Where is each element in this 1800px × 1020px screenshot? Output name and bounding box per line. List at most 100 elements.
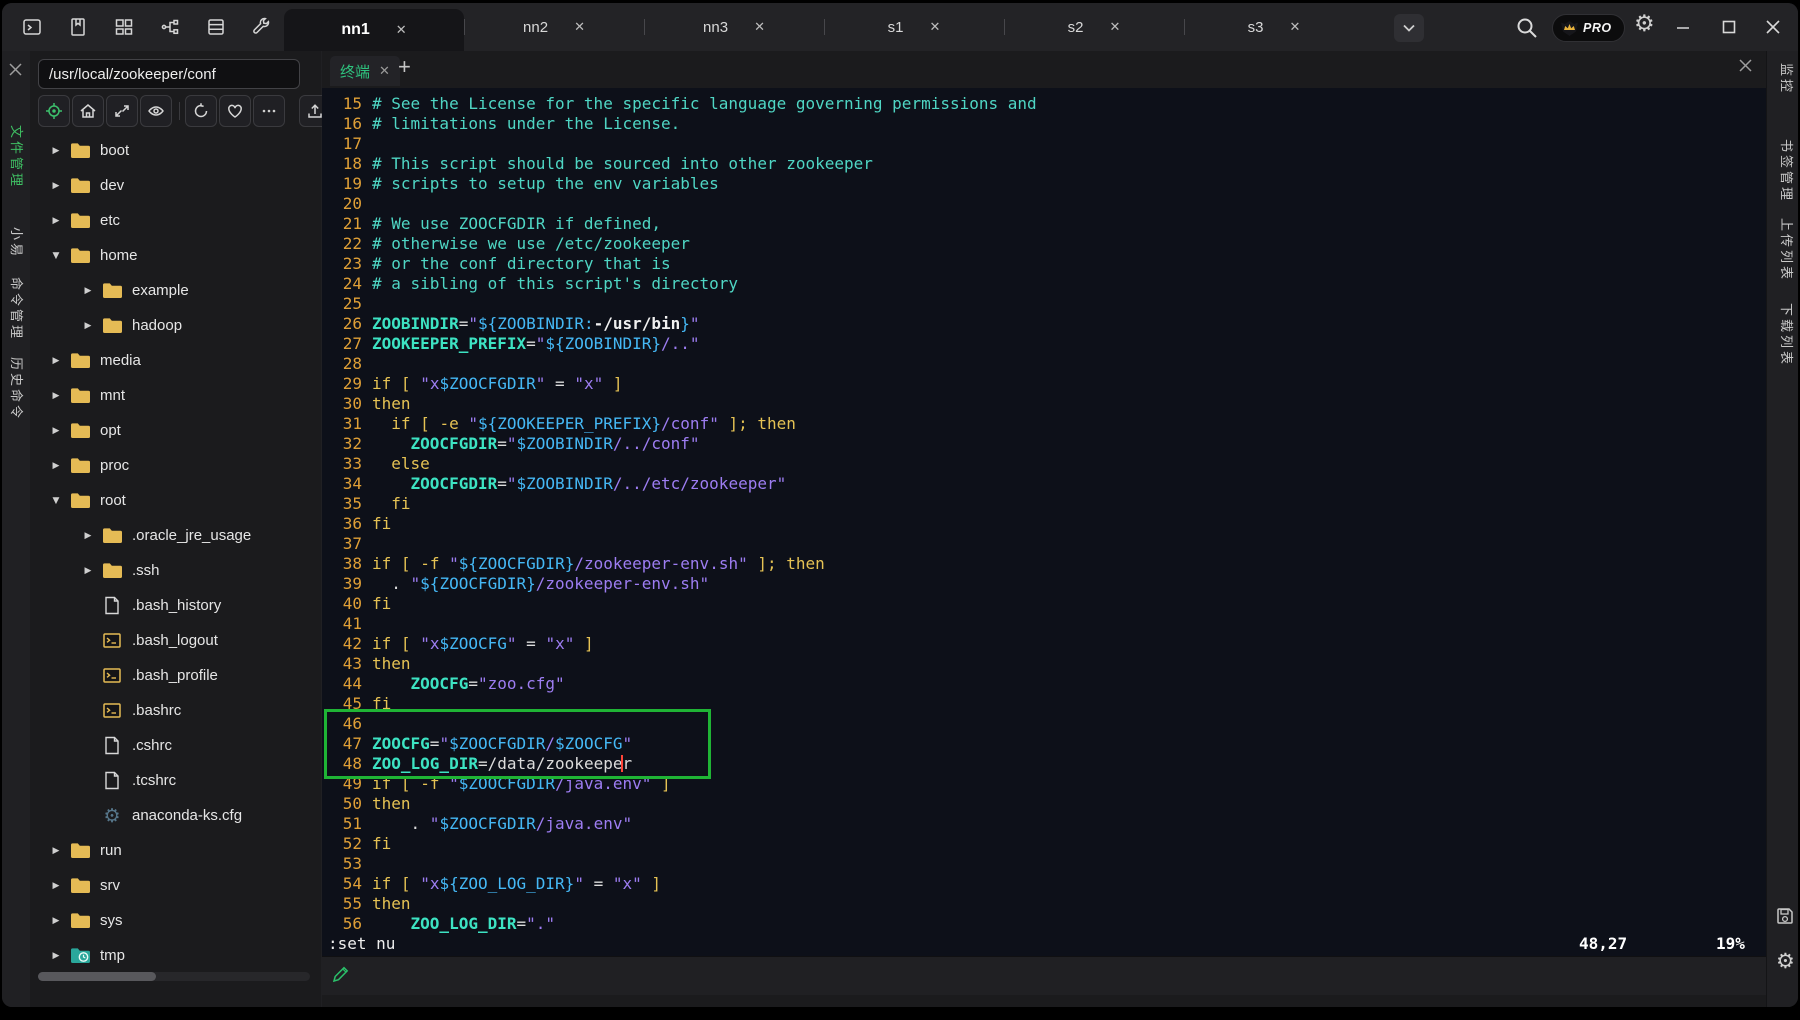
refresh-button[interactable] [185,95,217,127]
tree-item-home[interactable]: ▼home [30,238,321,273]
tree-item-dev[interactable]: ▶dev [30,168,321,203]
left-rail-item-3[interactable]: 命令管理 [8,277,27,341]
search-button[interactable] [1514,15,1540,41]
tree-item-mnt[interactable]: ▶ mnt [30,378,321,413]
tree-item-label: mnt [100,387,125,404]
tree-item-tmp[interactable]: ▶tmp [30,938,321,973]
path-input[interactable]: /usr/local/zookeeper/conf [38,59,300,89]
tree-item-.ssh[interactable]: ▶.ssh [30,553,321,588]
chevron-right-icon[interactable]: ▶ [48,881,64,891]
tree-item-etc[interactable]: ▶etc [30,203,321,238]
terminal-screen[interactable]: 15# See the License for the specific lan… [322,88,1766,956]
tree-item-hadoop[interactable]: ▶hadoop [30,308,321,343]
tree-item-.bashrc[interactable]: .bashrc [30,693,321,728]
tree-item-media[interactable]: ▶media [30,343,321,378]
tree-item-.cshrc[interactable]: .cshrc [30,728,321,763]
tree-item-run[interactable]: ▶run [30,833,321,868]
chevron-right-icon[interactable]: ▶ [48,181,64,191]
terminal-line-43: 43then [328,654,1766,674]
resize-arrows-button[interactable] [106,95,138,127]
chevron-right-icon[interactable]: ▶ [80,321,96,331]
chevron-right-icon[interactable]: ▶ [48,391,64,401]
tab-close-icon[interactable]: ✕ [1289,19,1300,35]
chevron-right-icon[interactable]: ▶ [80,531,96,541]
tree-item-root[interactable]: ▼root [30,483,321,518]
panel-close-icon[interactable] [9,63,22,76]
heart-button[interactable] [219,95,251,127]
terminal-line-48: 48ZOO_LOG_DIR=/data/zookeeper [328,754,1766,774]
tree-item-sys[interactable]: ▶sys [30,903,321,938]
session-tab-s2[interactable]: s2✕ [1004,3,1184,51]
new-terminal-tab-button[interactable]: + [398,54,411,80]
left-rail-item-4[interactable]: 历史命令 [8,357,27,421]
locate-button[interactable] [38,95,70,127]
left-rail-item-2[interactable]: 小易 [8,227,27,259]
chevron-right-icon[interactable]: ▶ [48,426,64,436]
tree-item-proc[interactable]: ▶proc [30,448,321,483]
rail-settings-gear-icon[interactable]: ⚙ [1776,949,1795,973]
tab-label: nn1 [341,21,369,39]
tree-item-example[interactable]: ▶example [30,273,321,308]
home-button[interactable] [72,95,104,127]
tree-item-.oracle_jre_usage[interactable]: ▶.oracle_jre_usage [30,518,321,553]
servers-button[interactable] [204,15,228,39]
chevron-right-icon[interactable]: ▶ [48,846,64,856]
minimize-button[interactable] [1670,15,1696,39]
tree-item-opt[interactable]: ▶opt [30,413,321,448]
tab-close-icon[interactable]: ✕ [396,22,407,38]
tools-button[interactable] [250,15,274,39]
chevron-down-icon[interactable]: ▼ [48,251,64,261]
tab-close-icon[interactable]: ✕ [574,19,585,35]
left-rail-item-1[interactable]: 文件管理 [8,125,27,189]
chevron-right-icon[interactable]: ▶ [48,916,64,926]
session-tab-nn3[interactable]: nn3✕ [644,3,824,51]
session-tab-nn2[interactable]: nn2✕ [464,3,644,51]
right-rail-item-4[interactable]: 下载列表 [1778,303,1797,367]
save-session-button[interactable] [1776,907,1794,925]
tree-item-boot[interactable]: ▶boot [30,133,321,168]
chevron-right-icon[interactable]: ▶ [48,461,64,471]
settings-gear-icon[interactable]: ⚙ [1634,11,1655,37]
chevron-right-icon[interactable]: ▶ [48,146,64,156]
tree-item-.tcshrc[interactable]: .tcshrc [30,763,321,798]
chevron-right-icon[interactable]: ▶ [80,286,96,296]
right-rail-item-3[interactable]: 上传列表 [1778,218,1797,282]
scrollbar-thumb[interactable] [38,972,156,981]
tree-item-.bash_profile[interactable]: .bash_profile [30,658,321,693]
tab-close-icon[interactable]: ✕ [1109,19,1120,35]
session-tab-s1[interactable]: s1✕ [824,3,1004,51]
terminal-tab[interactable]: 终端 ✕ [330,56,400,86]
chevron-right-icon[interactable]: ▶ [48,216,64,226]
window-close-button[interactable] [1760,15,1786,39]
tree-item-anaconda-ks.cfg[interactable]: ⚙anaconda-ks.cfg [30,798,321,833]
terminal-line-28: 28 [328,354,1766,374]
more-button[interactable] [253,95,285,127]
line-number: 40 [328,594,362,614]
tab-close-icon[interactable]: ✕ [754,19,765,35]
tab-list-dropdown-button[interactable] [1394,14,1424,42]
tab-close-icon[interactable]: ✕ [929,19,940,35]
bookmark-button[interactable] [66,15,90,39]
chevron-right-icon[interactable]: ▶ [48,951,64,961]
connections-button[interactable] [158,15,182,39]
right-rail-item-2[interactable]: 书签管理 [1778,139,1797,203]
pro-badge[interactable]: PRO [1552,14,1625,42]
terminal-tab-close-icon[interactable]: ✕ [379,63,390,79]
line-number: 21 [328,214,362,234]
chevron-down-icon[interactable]: ▼ [48,496,64,506]
terminal-panel-close-icon[interactable] [1739,59,1752,72]
session-tab-s3[interactable]: s3✕ [1184,3,1364,51]
tree-item-.bash_logout[interactable]: .bash_logout [30,623,321,658]
chevron-right-icon[interactable]: ▶ [48,356,64,366]
maximize-button[interactable] [1716,15,1742,39]
right-rail-item-1[interactable]: 监控 [1778,63,1797,95]
eye-button[interactable] [140,95,172,127]
edit-pencil-icon[interactable] [332,965,350,983]
tree-item-srv[interactable]: ▶srv [30,868,321,903]
tree-item-.bash_history[interactable]: .bash_history [30,588,321,623]
layout-button[interactable] [112,15,136,39]
new-terminal-button[interactable] [20,15,44,39]
cursor-position-indicator: 48,27 [1579,934,1627,954]
session-tab-nn1[interactable]: nn1 ✕ [284,9,464,51]
chevron-right-icon[interactable]: ▶ [80,566,96,576]
